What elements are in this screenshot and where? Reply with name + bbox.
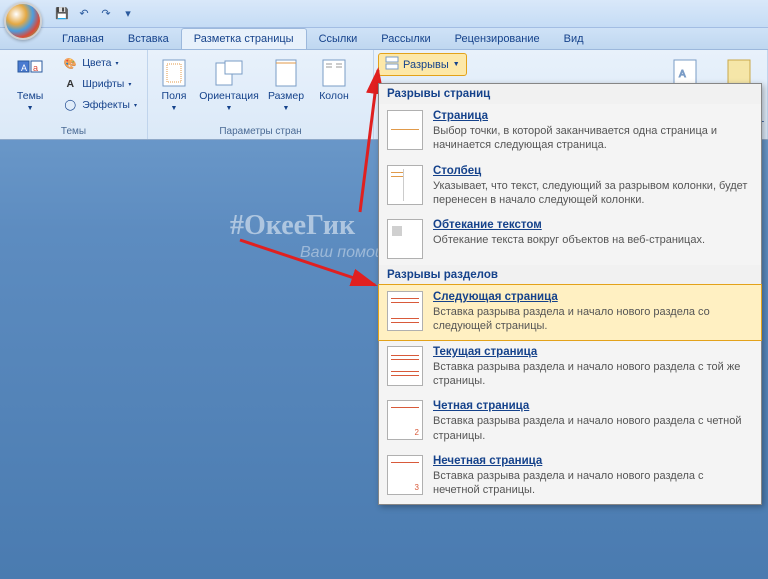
margins-button[interactable]: Поля ▼ bbox=[154, 53, 194, 136]
chevron-down-icon: ▼ bbox=[27, 105, 34, 112]
page-break-item[interactable]: Страница Выбор точки, в которой заканчива… bbox=[379, 104, 761, 159]
themes-button[interactable]: Aa Темы ▼ bbox=[6, 53, 54, 136]
tab-view[interactable]: Вид bbox=[552, 29, 596, 49]
chevron-down-icon: ▾ bbox=[128, 81, 131, 88]
chevron-down-icon: ▾ bbox=[116, 60, 119, 67]
continuous-icon bbox=[387, 346, 423, 386]
even-page-desc: Вставка разрыва раздела и начало нового … bbox=[433, 414, 753, 443]
odd-page-icon: 3 bbox=[387, 455, 423, 495]
undo-icon[interactable]: ↶ bbox=[76, 6, 92, 22]
column-break-item[interactable]: Столбец Указывает, что текст, следующий з… bbox=[379, 159, 761, 214]
next-page-section-item[interactable]: Следующая страница Вставка разрыва раздел… bbox=[378, 284, 762, 341]
odd-page-desc: Вставка разрыва раздела и начало нового … bbox=[433, 469, 753, 498]
tab-page-layout[interactable]: Разметка страницы bbox=[181, 28, 307, 49]
page-break-icon bbox=[387, 110, 423, 150]
section-breaks-header: Разрывы разделов bbox=[379, 265, 761, 285]
redo-icon[interactable]: ↷ bbox=[98, 6, 114, 22]
tab-review[interactable]: Рецензирование bbox=[443, 29, 552, 49]
themes-label: Темы bbox=[17, 91, 43, 103]
themes-group: Aa Темы ▼ 🎨 Цвета ▾ A Шрифты ▾ ◯ Эффекты ▾ Тем… bbox=[0, 50, 148, 139]
tab-mailings[interactable]: Рассылки bbox=[369, 29, 442, 49]
column-break-title: Столбец bbox=[433, 165, 753, 177]
colors-button[interactable]: 🎨 Цвета ▾ bbox=[58, 53, 141, 73]
quick-access-toolbar: 💾 ↶ ↷ ▾ bbox=[54, 6, 136, 22]
margins-icon bbox=[158, 57, 190, 89]
title-bar: 💾 ↶ ↷ ▾ bbox=[0, 0, 768, 28]
svg-text:A: A bbox=[679, 69, 686, 80]
fonts-icon: A bbox=[62, 76, 78, 92]
save-icon[interactable]: 💾 bbox=[54, 6, 70, 22]
columns-label: Колон bbox=[319, 91, 349, 103]
margins-label: Поля bbox=[162, 91, 187, 103]
continuous-desc: Вставка разрыва раздела и начало нового … bbox=[433, 360, 753, 389]
orientation-button[interactable]: Ориентация ▼ bbox=[198, 53, 260, 136]
size-label: Размер bbox=[268, 91, 304, 103]
colors-icon: 🎨 bbox=[62, 55, 78, 71]
breaks-icon bbox=[385, 56, 399, 73]
next-page-desc: Вставка разрыва раздела и начало нового … bbox=[433, 305, 753, 334]
continuous-title: Текущая страница bbox=[433, 346, 753, 358]
page-break-title: Страница bbox=[433, 110, 753, 122]
size-button[interactable]: Размер ▼ bbox=[264, 53, 308, 136]
chevron-down-icon: ▼ bbox=[171, 105, 178, 112]
even-page-title: Четная страница bbox=[433, 400, 753, 412]
chevron-down-icon: ▼ bbox=[453, 61, 460, 68]
themes-group-title: Темы bbox=[0, 126, 147, 137]
size-icon bbox=[270, 57, 302, 89]
column-break-icon bbox=[387, 165, 423, 205]
tab-insert[interactable]: Вставка bbox=[116, 29, 181, 49]
page-setup-group: Поля ▼ Ориентация ▼ Размер ▼ Колон Парам… bbox=[148, 50, 374, 139]
effects-button[interactable]: ◯ Эффекты ▾ bbox=[58, 95, 141, 115]
text-wrap-break-item[interactable]: Обтекание текстом Обтекание текста вокруг… bbox=[379, 213, 761, 265]
even-page-section-item[interactable]: 2 Четная страница Вставка разрыва раздела… bbox=[379, 394, 761, 449]
themes-icon: Aa bbox=[14, 57, 46, 89]
text-wrap-icon bbox=[387, 219, 423, 259]
svg-text:A: A bbox=[21, 63, 27, 73]
chevron-down-icon: ▾ bbox=[134, 102, 137, 109]
chevron-down-icon: ▼ bbox=[283, 105, 290, 112]
text-wrap-title: Обтекание текстом bbox=[433, 219, 753, 231]
breaks-dropdown: Разрывы страниц Страница Выбор точки, в к… bbox=[378, 83, 762, 505]
text-wrap-desc: Обтекание текста вокруг объектов на веб-… bbox=[433, 233, 753, 247]
columns-button[interactable]: Колон bbox=[312, 53, 356, 136]
next-page-title: Следующая страница bbox=[433, 291, 753, 303]
tab-home[interactable]: Главная bbox=[50, 29, 116, 49]
office-button[interactable] bbox=[4, 2, 42, 40]
next-page-icon bbox=[387, 291, 423, 331]
even-page-icon: 2 bbox=[387, 400, 423, 440]
page-setup-group-title: Параметры стран bbox=[148, 126, 373, 137]
columns-icon bbox=[318, 57, 350, 89]
continuous-section-item[interactable]: Текущая страница Вставка разрыва раздела … bbox=[379, 340, 761, 395]
column-break-desc: Указывает, что текст, следующий за разры… bbox=[433, 179, 753, 208]
odd-page-title: Нечетная страница bbox=[433, 455, 753, 467]
qat-customize-icon[interactable]: ▾ bbox=[120, 6, 136, 22]
watermark-text: #ОкееГик bbox=[230, 210, 355, 242]
effects-icon: ◯ bbox=[62, 97, 78, 113]
chevron-down-icon: ▼ bbox=[226, 105, 233, 112]
fonts-label: Шрифты bbox=[82, 78, 124, 90]
fonts-button[interactable]: A Шрифты ▾ bbox=[58, 74, 141, 94]
orientation-label: Ориентация bbox=[199, 91, 259, 103]
ribbon-tabs: Главная Вставка Разметка страницы Ссылки… bbox=[0, 28, 768, 50]
odd-page-section-item[interactable]: 3 Нечетная страница Вставка разрыва разде… bbox=[379, 449, 761, 504]
page-breaks-header: Разрывы страниц bbox=[379, 84, 761, 104]
tab-references[interactable]: Ссылки bbox=[307, 29, 370, 49]
page-break-desc: Выбор точки, в которой заканчивается одн… bbox=[433, 124, 753, 153]
svg-text:a: a bbox=[33, 63, 38, 73]
colors-label: Цвета bbox=[82, 57, 111, 69]
breaks-label: Разрывы bbox=[403, 59, 449, 71]
orientation-icon bbox=[213, 57, 245, 89]
breaks-button[interactable]: Разрывы ▼ bbox=[378, 53, 467, 76]
effects-label: Эффекты bbox=[82, 99, 130, 111]
